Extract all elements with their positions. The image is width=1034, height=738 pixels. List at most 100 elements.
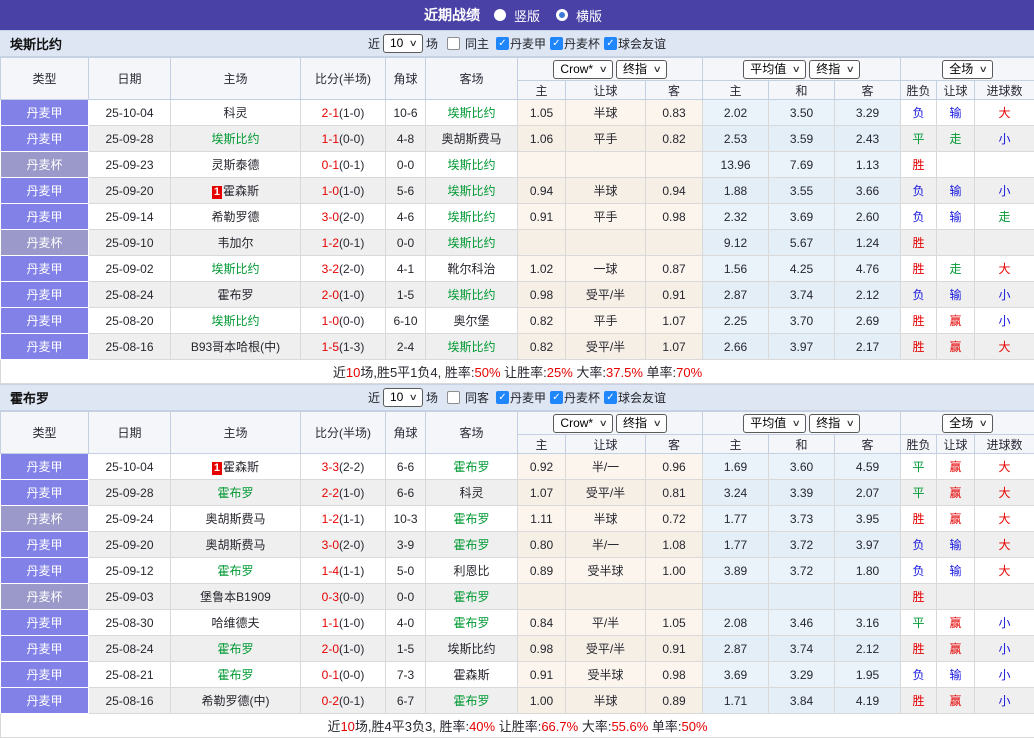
vertical-layout-label[interactable]: 竖版 [514,6,540,25]
avg-away-odds-cell: 1.13 [835,152,901,178]
col-corner: 角球 [386,58,426,100]
home-team-cell: 希勒罗德(中) [171,688,301,714]
league-filter-checkbox[interactable]: ✓ [496,391,509,404]
same-venue-label: 同客 [465,389,489,406]
league-filter-checkbox[interactable]: ✓ [604,37,617,50]
date-cell: 25-09-14 [89,204,171,230]
result-goals-cell: 大 [975,334,1034,360]
away-team-name: 霍布罗 [453,694,489,708]
league-filter-checkbox[interactable]: ✓ [550,391,563,404]
record-summary: 近10场,胜4平3负3, 胜率:40% 让胜率:66.7% 大率:55.6% 单… [1,714,1034,738]
corner-cell: 0-0 [386,584,426,610]
handicap-home-odds-cell: 0.80 [518,532,566,558]
chevron-down-icon: ∨ [409,36,418,50]
handicap-line-cell: 平/半 [566,610,646,636]
home-team-cell: 奥胡斯费马 [171,532,301,558]
league-filter-checkbox[interactable]: ✓ [550,37,563,50]
result-handicap-cell: 赢 [937,308,975,334]
bookmaker-select[interactable]: Crow*∨ [553,414,612,433]
summary-text: 场,胜5平1负4, 胜率: [360,365,474,380]
result-wdl-cell: 胜 [901,506,937,532]
match-row: 丹麦甲25-08-24霍布罗2-0(1-0)1-5埃斯比约0.98受平/半0.9… [1,636,1034,662]
chevron-down-icon: ∨ [846,62,855,76]
league-type-cell: 丹麦甲 [1,636,89,662]
same-venue-checkbox[interactable] [447,37,460,50]
handicap-line-cell: 平手 [566,126,646,152]
same-venue-checkbox[interactable] [447,391,460,404]
col-corner: 角球 [386,412,426,454]
result-wdl-cell: 胜 [901,584,937,610]
date-cell: 25-08-21 [89,662,171,688]
page-title: 近期战绩 [424,5,480,25]
date-cell: 25-10-04 [89,454,171,480]
avg-draw-odds-cell: 7.69 [769,152,835,178]
home-team-name: 埃斯比约 [211,262,259,276]
avg-draw-odds-cell: 3.72 [769,558,835,584]
avg-away-odds-cell: 4.19 [835,688,901,714]
match-row: 丹麦甲25-09-20奥胡斯费马3-0(2-0)3-9霍布罗0.80半/一1.0… [1,532,1034,558]
col-avg-away: 客 [835,435,901,454]
result-goals-cell: 小 [975,178,1034,204]
avg-draw-odds-cell: 4.25 [769,256,835,282]
final-odds-select[interactable]: 终指∨ [616,414,667,433]
corner-cell: 4-6 [386,204,426,230]
avg-draw-odds-cell: 3.55 [769,178,835,204]
league-filter-checkbox[interactable]: ✓ [604,391,617,404]
handicap-line-cell: 平手 [566,204,646,230]
fulltime-score: 1-2 [322,512,339,526]
col-home: 主场 [171,58,301,100]
chevron-down-icon: ∨ [846,416,855,430]
handicap-line-cell: 受平/半 [566,636,646,662]
filter-controls: 近 10∨ 场 同主 ✓丹麦甲✓丹麦杯✓球会友谊 [368,34,666,53]
avg-draw-odds-cell: 3.84 [769,688,835,714]
final-odds-select[interactable]: 终指∨ [809,60,860,79]
corner-cell: 10-3 [386,506,426,532]
full-match-select[interactable]: 全场∨ [942,60,993,79]
halftime-score: (2-0) [339,262,364,276]
halftime-score: (0-0) [339,590,364,604]
horizontal-layout-radio[interactable] [556,9,568,21]
average-select[interactable]: 平均值∨ [743,414,806,433]
league-type-cell: 丹麦甲 [1,480,89,506]
league-filter-checkbox[interactable]: ✓ [496,37,509,50]
handicap-home-odds-cell [518,230,566,256]
col-avg-home: 主 [703,81,769,100]
score-cell: 0-3(0-0) [301,584,386,610]
fulltime-score: 3-0 [322,538,339,552]
corner-cell: 4-8 [386,126,426,152]
col-score: 比分(半场) [301,412,386,454]
match-count-select[interactable]: 10∨ [383,34,423,53]
avg-away-odds-cell: 2.69 [835,308,901,334]
average-select[interactable]: 平均值∨ [743,60,806,79]
result-goals-cell: 大 [975,558,1034,584]
score-cell: 1-5(1-3) [301,334,386,360]
away-team-cell: 埃斯比约 [426,282,518,308]
horizontal-layout-label[interactable]: 横版 [576,6,602,25]
away-team-name: 霍布罗 [453,590,489,604]
full-match-select[interactable]: 全场∨ [942,414,993,433]
corner-cell: 2-4 [386,334,426,360]
away-team-name: 埃斯比约 [447,106,495,120]
match-count-select[interactable]: 10∨ [383,388,423,407]
col-away: 客场 [426,58,518,100]
halftime-score: (1-0) [339,184,364,198]
home-team-cell: 霍布罗 [171,558,301,584]
handicap-away-odds-cell: 0.89 [646,688,703,714]
final-odds-select[interactable]: 终指∨ [616,60,667,79]
handicap-home-odds-cell: 1.05 [518,100,566,126]
home-team-cell: B93哥本哈根(中) [171,334,301,360]
bookmaker-select[interactable]: Crow*∨ [553,60,612,79]
summary-stat-value: 10 [340,719,354,734]
avg-draw-odds-cell: 3.39 [769,480,835,506]
halftime-score: (0-1) [339,158,364,172]
score-cell: 0-1(0-0) [301,662,386,688]
league-type-cell: 丹麦甲 [1,334,89,360]
vertical-layout-radio[interactable] [494,9,506,21]
league-type-cell: 丹麦甲 [1,610,89,636]
match-row: 丹麦甲25-09-201霍森斯1-0(1-0)5-6埃斯比约0.94半球0.94… [1,178,1034,204]
rank-badge: 1 [212,462,222,475]
result-goals-cell: 大 [975,256,1034,282]
away-team-name: 霍布罗 [453,460,489,474]
final-odds-select[interactable]: 终指∨ [809,414,860,433]
result-group-header: 全场∨ [901,58,1034,81]
